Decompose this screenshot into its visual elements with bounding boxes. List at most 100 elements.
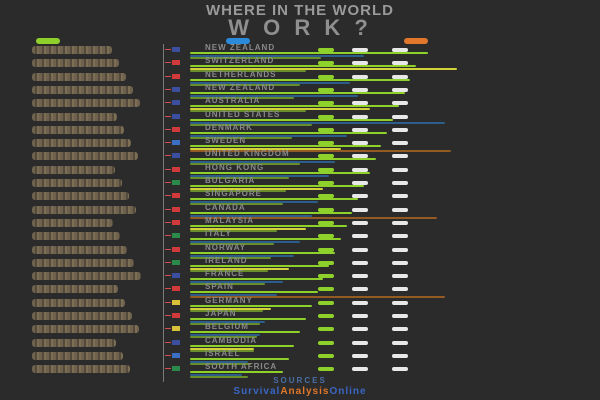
bar-series-1: [190, 331, 301, 334]
bar-series-1: [190, 318, 306, 320]
score-pill-green: [318, 101, 334, 106]
row-tick: [165, 49, 171, 50]
country-flag: [172, 47, 180, 52]
score-pill-white: [392, 61, 408, 66]
country-silhouette: [32, 218, 113, 227]
bar-series-1: [190, 171, 370, 174]
score-pill-green: [318, 141, 334, 146]
row-tick: [165, 62, 171, 64]
score-pill-green: [318, 274, 334, 279]
country-name: SOUTH AFRICA: [205, 362, 278, 372]
country-silhouette: [32, 46, 112, 54]
country-name: BULGARIA: [205, 176, 256, 185]
country-flag: [172, 60, 180, 66]
score-pill-green: [318, 167, 334, 172]
score-pill-green: [318, 353, 334, 358]
country-flag: [172, 339, 180, 345]
row-tick: [165, 354, 171, 356]
country-name: IRELAND: [205, 255, 248, 265]
row-axis-line: [163, 44, 164, 382]
score-pill-white: [392, 287, 408, 292]
row-tick: [165, 248, 171, 250]
country-flag: [172, 113, 180, 119]
bar-series-1: [190, 211, 353, 214]
score-pill-white: [352, 181, 368, 185]
country-name: NEW ZEALAND: [205, 43, 276, 52]
country-silhouette: [32, 112, 117, 121]
country-flag: [172, 153, 180, 159]
bar-series-1: [190, 238, 341, 241]
country-silhouette: [32, 258, 134, 267]
score-pill-white: [352, 194, 368, 199]
score-pill-white: [392, 194, 408, 199]
score-pill-white: [352, 87, 368, 92]
score-pill-white: [392, 74, 408, 79]
score-pill-white: [392, 181, 408, 185]
score-pill-white: [392, 300, 408, 305]
score-pill-green: [318, 127, 334, 132]
row-tick: [165, 142, 171, 144]
score-pill-green: [318, 220, 334, 225]
country-name: AUSTRALIA: [205, 96, 261, 106]
score-pill-white: [352, 287, 368, 292]
country-name: DENMARK: [205, 122, 253, 132]
score-pill-white: [392, 207, 408, 212]
bar-series-1: [190, 91, 405, 94]
row-tick: [165, 75, 171, 77]
score-pill-white: [352, 141, 368, 146]
score-pill-green: [318, 300, 334, 305]
country-flag: [172, 326, 180, 332]
country-silhouette: [32, 365, 130, 374]
country-name: SINGAPORE: [205, 189, 263, 199]
score-pill-white: [352, 340, 368, 345]
country-name: MALAYSIA: [205, 215, 255, 225]
country-silhouette: [32, 192, 129, 201]
country-name: JAPAN: [205, 309, 237, 318]
brand-part-1: Survival: [233, 386, 281, 397]
row-tick: [165, 341, 171, 343]
bar-series-1: [190, 118, 393, 121]
bar-series-1: [190, 105, 399, 108]
score-pill-white: [392, 101, 408, 106]
country-silhouette: [32, 165, 115, 174]
country-name: HONG KONG: [205, 162, 265, 172]
row-tick: [165, 328, 171, 330]
score-pill-white: [392, 314, 408, 318]
bar-series-1: [190, 65, 417, 68]
score-pill-white: [352, 247, 368, 252]
country-name: CAMBODIA: [205, 335, 257, 345]
country-silhouette: [32, 85, 133, 94]
score-pill-white: [392, 247, 408, 252]
score-pill-white: [352, 234, 368, 239]
country-silhouette: [32, 338, 116, 347]
score-pill-white: [392, 141, 408, 146]
score-pill-green: [318, 61, 334, 66]
row-tick: [165, 315, 171, 316]
bar-series-1: [190, 251, 335, 254]
score-pill-white: [352, 314, 368, 318]
score-pill-white: [352, 114, 368, 119]
score-pill-white: [392, 48, 408, 52]
bar-series-1: [190, 158, 376, 161]
score-pill-green: [318, 87, 334, 92]
score-pill-green: [318, 287, 334, 292]
score-pill-green: [318, 74, 334, 79]
country-flag: [172, 286, 180, 292]
score-pill-white: [392, 154, 408, 159]
bar-series-1: [190, 198, 359, 201]
country-silhouette: [32, 125, 124, 134]
row-tick: [165, 88, 171, 90]
score-pill-white: [352, 207, 368, 212]
country-name: CANADA: [205, 202, 246, 212]
country-silhouette: [32, 59, 119, 68]
score-pill-green: [318, 260, 334, 265]
country-name: UNITED STATES: [205, 109, 281, 119]
row-tick: [165, 221, 171, 223]
country-name: GERMANY: [205, 295, 253, 305]
country-silhouette: [32, 72, 126, 81]
row-tick: [165, 128, 171, 130]
bar-series-1: [190, 264, 330, 267]
row-tick: [165, 168, 171, 170]
bar-series-1: [190, 291, 318, 294]
score-pill-white: [352, 101, 368, 106]
